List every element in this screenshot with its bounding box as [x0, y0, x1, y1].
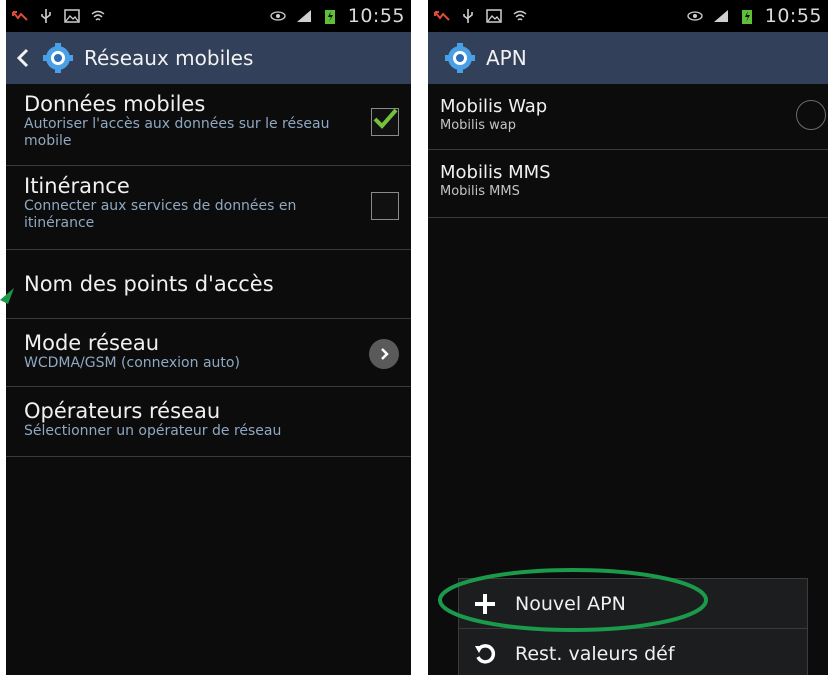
apn-radio-button[interactable]: [796, 100, 826, 130]
list-item-apn[interactable]: Mobilis Wap Mobilis wap: [428, 84, 828, 150]
item-subtitle: Sélectionner un opérateur de réseau: [24, 423, 282, 439]
list-item-roaming[interactable]: Itinérance Connecter aux services de don…: [6, 166, 411, 250]
back-chevron-icon[interactable]: [16, 48, 34, 68]
list-item-network-operators[interactable]: Opérateurs réseau Sélectionner un opérat…: [6, 387, 411, 457]
status-bar: 10:55: [428, 0, 828, 32]
missed-call-icon: [434, 8, 450, 24]
status-time: 10:55: [347, 5, 405, 27]
item-subtitle: Mobilis wap: [440, 118, 517, 133]
smart-stay-eye-icon: [270, 8, 286, 24]
item-title: Nom des points d'accès: [24, 272, 274, 296]
action-bar: Réseaux mobiles: [6, 32, 411, 84]
smart-stay-eye-icon: [687, 8, 703, 24]
roaming-checkbox[interactable]: [371, 192, 399, 220]
status-bar: 10:55: [6, 0, 411, 32]
list-item-apn[interactable]: Mobilis MMS Mobilis MMS: [428, 150, 828, 218]
usb-icon: [460, 8, 476, 24]
settings-gear-icon[interactable]: [444, 42, 476, 74]
item-title: Mode réseau: [24, 331, 160, 355]
menu-item-label: Nouvel APN: [515, 592, 626, 615]
menu-item-new-apn[interactable]: Nouvel APN: [459, 579, 807, 629]
item-title: Mobilis Wap: [440, 96, 548, 117]
wifi-icon: [90, 8, 106, 24]
list-item-network-mode[interactable]: Mode réseau WCDMA/GSM (connexion auto): [6, 319, 411, 387]
image-icon: [64, 8, 80, 24]
action-bar: APN: [428, 32, 828, 84]
item-title: Données mobiles: [24, 92, 206, 116]
signal-icon: [296, 8, 312, 24]
settings-gear-icon[interactable]: [42, 42, 74, 74]
item-title: Mobilis MMS: [440, 162, 551, 183]
plus-icon: [473, 592, 497, 616]
item-subtitle: WCDMA/GSM (connexion auto): [24, 355, 240, 371]
page-title: APN: [486, 46, 527, 70]
battery-charging-icon: [322, 8, 338, 24]
list-item-mobile-data[interactable]: Données mobiles Autoriser l'accès aux do…: [6, 84, 411, 166]
item-subtitle: Connecter aux services de données en iti…: [24, 198, 297, 231]
chevron-right-icon[interactable]: [369, 339, 399, 369]
item-subtitle: Mobilis MMS: [440, 184, 520, 199]
apn-list: Mobilis Wap Mobilis wap Mobilis MMS Mobi…: [428, 84, 828, 218]
list-item-access-point-names[interactable]: Nom des points d'accès: [6, 250, 411, 319]
reset-icon: [473, 642, 497, 666]
battery-charging-icon: [739, 8, 755, 24]
item-title: Opérateurs réseau: [24, 399, 221, 423]
wifi-icon: [512, 8, 528, 24]
missed-call-icon: [12, 8, 28, 24]
item-subtitle: Autoriser l'accès aux données sur le rés…: [24, 116, 330, 149]
right-phone-screen: 10:55 APN Mobilis Wap Mobilis wap Mobili…: [428, 0, 828, 675]
page-title: Réseaux mobiles: [84, 46, 254, 70]
status-time: 10:55: [764, 5, 822, 27]
options-menu: Nouvel APN Rest. valeurs déf: [458, 578, 808, 675]
image-icon: [486, 8, 502, 24]
menu-item-label: Rest. valeurs déf: [515, 643, 675, 665]
item-title: Itinérance: [24, 174, 130, 198]
signal-icon: [713, 8, 729, 24]
settings-list: Données mobiles Autoriser l'accès aux do…: [6, 84, 411, 457]
mobile-data-checkbox[interactable]: [371, 108, 399, 136]
left-phone-screen: 10:55 Réseaux mobiles Données mobiles Au…: [6, 0, 411, 675]
usb-icon: [38, 8, 54, 24]
menu-item-reset-defaults[interactable]: Rest. valeurs déf: [459, 629, 807, 675]
